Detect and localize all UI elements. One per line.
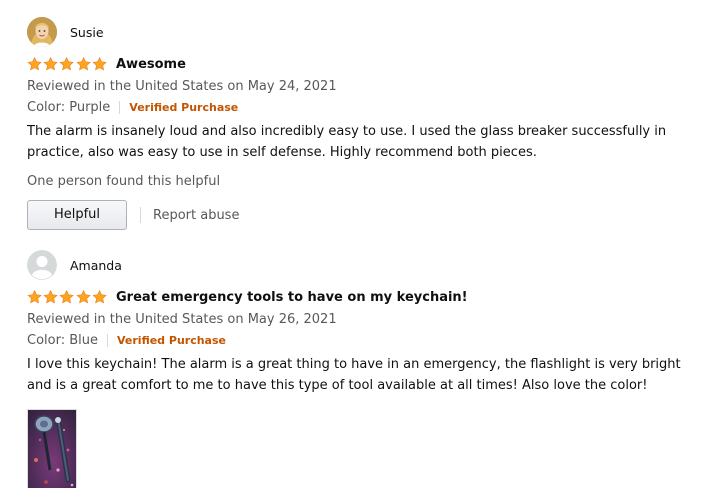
star-icon xyxy=(92,289,107,304)
review-card: Amanda Great emergency tools to have on … xyxy=(27,249,704,488)
verified-purchase-badge[interactable]: Verified Purchase xyxy=(117,334,226,347)
star-icon xyxy=(76,56,91,71)
star-icon xyxy=(92,56,107,71)
divider xyxy=(107,334,108,347)
review-format-row: Color: Purple Verified Purchase xyxy=(27,98,704,117)
reviews-page: Susie Awesome Reviewed in the United Sta… xyxy=(0,0,712,488)
review-format-row: Color: Blue Verified Purchase xyxy=(27,331,704,350)
star-icon xyxy=(76,289,91,304)
review-card: Susie Awesome Reviewed in the United Sta… xyxy=(27,16,704,230)
star-icon xyxy=(59,56,75,71)
verified-purchase-badge[interactable]: Verified Purchase xyxy=(129,101,238,114)
reviewer-profile[interactable]: Susie xyxy=(27,16,704,48)
review-body: The alarm is insanely loud and also incr… xyxy=(27,124,667,160)
report-abuse-link[interactable]: Report abuse xyxy=(153,208,239,223)
review-image-thumbnail[interactable] xyxy=(27,409,77,488)
review-date: Reviewed in the United States on May 26,… xyxy=(27,312,337,327)
helpful-button[interactable]: Helpful xyxy=(27,200,127,230)
star-icon xyxy=(59,289,75,304)
divider xyxy=(140,207,141,223)
variant-link[interactable]: Color: Purple xyxy=(27,100,110,115)
variant-link[interactable]: Color: Blue xyxy=(27,333,98,348)
review-title-link[interactable]: Awesome xyxy=(116,57,186,72)
reviewer-profile[interactable]: Amanda xyxy=(27,249,704,281)
star-icon xyxy=(27,56,42,71)
review-body: I love this keychain! The alarm is a gre… xyxy=(27,357,681,393)
default-user-avatar-icon[interactable] xyxy=(27,250,57,280)
reviewer-name[interactable]: Susie xyxy=(70,25,104,40)
review-title-link[interactable]: Great emergency tools to have on my keyc… xyxy=(116,290,468,305)
helpful-vote-statement: One person found this helpful xyxy=(27,174,221,189)
reviewer-name[interactable]: Amanda xyxy=(70,258,122,273)
star-icon xyxy=(43,289,58,304)
review-title-row: Awesome xyxy=(27,54,704,74)
review-actions: Helpful Report abuse xyxy=(27,200,704,230)
star-icon xyxy=(27,289,42,304)
star-rating[interactable] xyxy=(27,56,107,72)
review-title-row: Great emergency tools to have on my keyc… xyxy=(27,287,704,307)
star-rating[interactable] xyxy=(27,289,107,305)
divider xyxy=(119,101,121,114)
user-photo-avatar-icon[interactable] xyxy=(27,17,57,47)
review-date: Reviewed in the United States on May 24,… xyxy=(27,79,337,94)
star-icon xyxy=(43,56,58,71)
